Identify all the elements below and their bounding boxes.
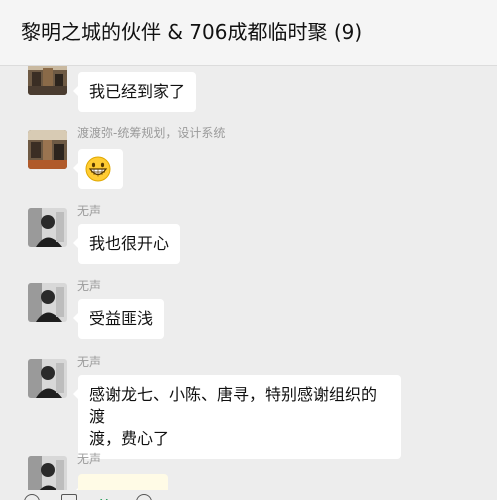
message-bubble[interactable]: 受益匪浅 xyxy=(72,299,165,339)
chat-title[interactable]: 黎明之城的伙伴 & 706成都临时聚 (9) xyxy=(21,18,362,46)
chat-header: 黎明之城的伙伴 & 706成都临时聚 (9) xyxy=(0,0,497,66)
message-bubble[interactable]: 我也很开心 xyxy=(72,224,181,264)
message-bubble[interactable] xyxy=(73,474,168,490)
scissors-icon[interactable] xyxy=(98,494,110,500)
message-line: 渡，费心了 xyxy=(89,429,170,448)
avatar[interactable] xyxy=(28,66,67,95)
chat-history-icon[interactable] xyxy=(136,494,152,500)
avatar[interactable] xyxy=(28,359,67,398)
avatar[interactable] xyxy=(28,130,67,169)
message-line: 感谢龙七、小陈、唐寻，特别感谢组织的渡 xyxy=(89,385,378,426)
message-list[interactable]: 我已经到家了 渡渡弥-统筹规划，设计系统 无声 我也很开心 无声 受益匪浅 无声… xyxy=(0,66,497,490)
folder-icon[interactable] xyxy=(61,494,77,500)
input-toolbar xyxy=(0,490,497,500)
emoji-icon[interactable] xyxy=(24,494,40,500)
sender-name: 无声 xyxy=(77,204,102,218)
avatar[interactable] xyxy=(28,208,67,247)
message-bubble[interactable]: 感谢龙七、小陈、唐寻，特别感谢组织的渡 渡，费心了 xyxy=(73,375,401,459)
sender-name: 无声 xyxy=(77,279,102,293)
sender-name: 无声 xyxy=(77,355,102,369)
grinning-face-icon xyxy=(85,156,111,182)
sender-name: 渡渡弥-统筹规划，设计系统 xyxy=(77,126,226,140)
avatar[interactable] xyxy=(28,456,67,490)
emoji-bubble[interactable] xyxy=(73,149,123,189)
sender-name: 无声 xyxy=(77,452,102,466)
message-bubble[interactable]: 我已经到家了 xyxy=(72,72,197,112)
avatar[interactable] xyxy=(28,283,67,322)
